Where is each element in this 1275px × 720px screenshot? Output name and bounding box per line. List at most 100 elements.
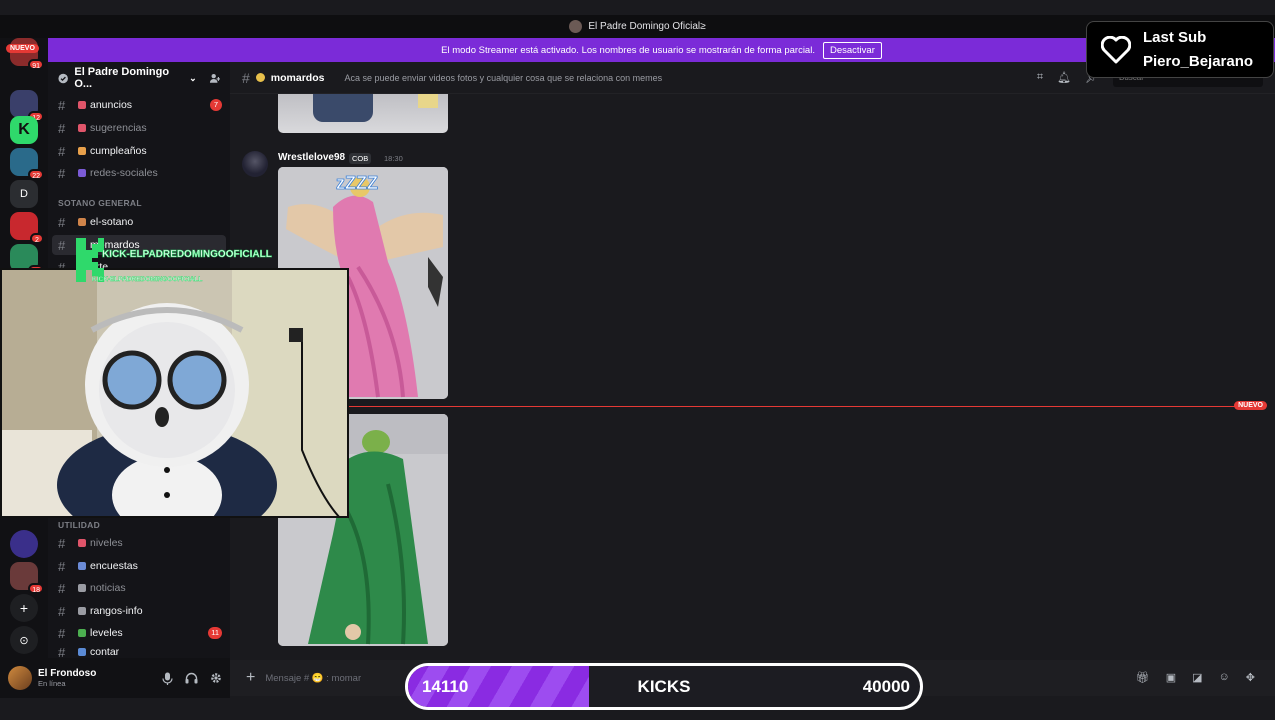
window-titlebar: El Padre Domingo Oficial≥ <box>0 15 1275 38</box>
channel-name: cumpleaños <box>90 145 147 157</box>
channel-name: redes-sociales <box>90 167 158 179</box>
mention-badge: 7 <box>210 99 222 111</box>
channel-topic[interactable]: Aca se puede enviar videos fotos y cualq… <box>344 73 662 83</box>
channel-emoji-icon <box>78 124 86 132</box>
svg-text:zZZZ: zZZZ <box>336 173 378 193</box>
hash-icon: # <box>242 69 250 86</box>
channel-item-encuestas[interactable]: # encuestas <box>48 556 230 576</box>
guild-name: El Padre Domingo O... <box>74 66 170 90</box>
channel-emoji-icon <box>78 629 86 637</box>
discover-button[interactable]: ⊙ <box>10 626 38 654</box>
banner-text: El modo Streamer está activado. Los nomb… <box>441 44 815 56</box>
server-icon <box>569 20 583 33</box>
channel-item-el-sotano[interactable]: # el-sotano <box>48 212 230 232</box>
plus-icon: + <box>19 600 29 616</box>
message-list[interactable]: Wrestlelove98 COB 18:30 zZZZ NUEVO <box>230 94 1275 658</box>
message-input[interactable]: Mensaje # 😁 : momar <box>265 673 361 684</box>
user-info[interactable]: El Frondoso En línea <box>38 668 96 688</box>
category-sotano-general[interactable]: SOTANO GENERAL <box>58 198 142 208</box>
webcam-overlay <box>0 268 349 518</box>
channel-emoji-icon <box>78 101 86 109</box>
server-item[interactable]: 22 <box>10 148 44 180</box>
channel-emoji-icon <box>78 648 86 656</box>
server-badge: 2 <box>30 233 44 244</box>
sticker-icon[interactable]: ◪ <box>1192 671 1202 684</box>
guild-header[interactable]: El Padre Domingo O... ⌄ <box>48 62 230 94</box>
headphones-icon[interactable] <box>185 672 198 684</box>
hash-icon: # <box>58 97 66 113</box>
hash-icon: # <box>58 143 66 159</box>
message-timestamp: 18:30 <box>384 154 403 163</box>
attach-plus-icon[interactable]: + <box>246 669 255 687</box>
channel-item-contar[interactable]: # contar <box>48 646 230 658</box>
category-utilidad[interactable]: UTILIDAD <box>58 520 100 530</box>
chevron-down-icon: ⌄ <box>189 72 197 83</box>
composer-icons: 🎁︎ ▣ ◪ ☺ ✥ <box>1136 671 1255 684</box>
hash-icon: # <box>58 237 66 253</box>
channel-item-redes-sociales[interactable]: # redes-sociales <box>48 163 230 183</box>
channel-emoji-icon <box>78 607 86 615</box>
bell-icon[interactable]: 🔔︎ <box>1057 71 1071 84</box>
hash-icon: # <box>58 214 66 230</box>
gif-icon[interactable]: ▣ <box>1166 671 1176 684</box>
channel-emoji-icon <box>78 584 86 592</box>
streamer-mascot-image <box>2 270 347 516</box>
add-server-button[interactable]: + <box>10 594 38 622</box>
server-item-d[interactable]: D <box>10 180 38 208</box>
kicks-goal-bar: 14110 KICKS 40000 <box>405 663 923 710</box>
deactivate-button[interactable]: Desactivar <box>822 41 882 59</box>
avatar[interactable] <box>8 666 32 690</box>
hash-icon: # <box>58 165 66 181</box>
kick-watermark: KICK-ELPADREDOMINGOOFICIALL KICK-ELPADRE… <box>74 236 284 284</box>
channel-emoji-icon <box>255 73 265 82</box>
microphone-icon[interactable] <box>162 672 173 685</box>
channel-name: noticias <box>90 582 126 594</box>
channel-item-sugerencias[interactable]: # sugerencias <box>48 118 230 138</box>
channel-item-anuncios[interactable]: # anuncios 7 <box>48 95 230 115</box>
server-item[interactable]: NUEVO 91 <box>6 38 44 70</box>
kick-logo-icon: K <box>18 121 30 138</box>
server-label: D <box>20 188 28 200</box>
hash-icon: # <box>58 535 66 551</box>
channel-item-niveles[interactable]: # niveles <box>48 533 230 553</box>
add-member-icon[interactable] <box>209 72 220 84</box>
hash-icon: # <box>58 580 66 596</box>
channel-name: leveles <box>90 627 123 639</box>
threads-icon[interactable]: ⌗ <box>1037 71 1043 84</box>
channel-item-rangos-info[interactable]: # rangos-info <box>48 601 230 621</box>
channel-name: sugerencias <box>90 122 147 134</box>
verified-server-icon <box>58 73 68 83</box>
kick-server-item[interactable]: K <box>10 116 38 144</box>
hash-icon: # <box>58 646 66 658</box>
channel-name: encuestas <box>90 560 138 572</box>
message-author[interactable]: Wrestlelove98 <box>278 152 345 163</box>
discord-window: El Padre Domingo Oficial≥ NUEVO 91 12 K … <box>0 0 1275 720</box>
goal-label: KICKS <box>637 677 691 696</box>
message-image[interactable] <box>278 94 448 133</box>
gift-icon[interactable]: 🎁︎ <box>1136 671 1150 684</box>
last-sub-title: Last Sub <box>1143 28 1207 46</box>
avatar[interactable] <box>242 151 268 177</box>
channel-item-leveles[interactable]: # leveles 11 <box>48 623 230 643</box>
channel-item-noticias[interactable]: # noticias <box>48 578 230 598</box>
heart-icon <box>1101 35 1131 63</box>
emoji-icon[interactable]: ☺ <box>1219 671 1230 684</box>
new-messages-label: NUEVO <box>1234 401 1267 410</box>
channel-emoji-icon <box>78 147 86 155</box>
mention-badge: 11 <box>208 627 222 639</box>
nuevo-badge: NUEVO <box>6 44 39 53</box>
channel-name: niveles <box>90 537 123 549</box>
server-item[interactable] <box>10 530 38 558</box>
server-item[interactable]: 2 <box>10 212 44 244</box>
server-item[interactable]: 12 <box>10 90 44 122</box>
server-item[interactable]: 18 <box>10 562 44 594</box>
apps-icon[interactable]: ✥ <box>1246 671 1255 684</box>
hash-icon: # <box>58 603 66 619</box>
kick-channel-name-small: KICK-ELPADREDOMINGOOFICIALL <box>92 276 203 283</box>
user-controls <box>162 672 222 685</box>
channel-item-cumpleanos[interactable]: # cumpleaños <box>48 141 230 161</box>
channel-name: anuncios <box>90 99 133 111</box>
goal-target: 40000 <box>862 677 910 696</box>
channel-name: rangos-info <box>90 605 143 617</box>
gear-icon[interactable] <box>210 672 222 684</box>
